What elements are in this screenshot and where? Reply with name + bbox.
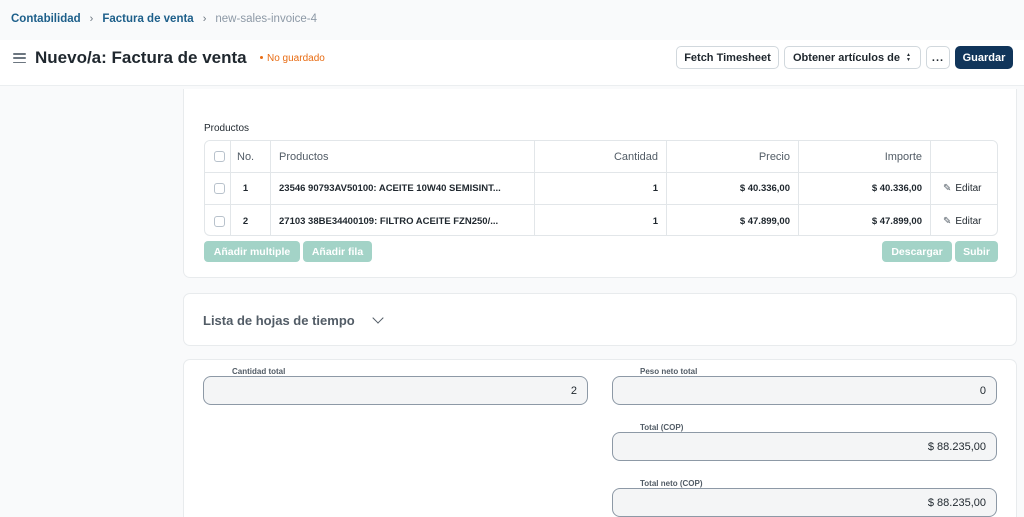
add-multiple-button[interactable]: Añadir multiple (204, 241, 300, 262)
more-actions-button[interactable]: ... (926, 46, 950, 69)
row-qty[interactable]: 1 (535, 205, 667, 235)
breadcrumb-contabilidad[interactable]: Contabilidad (11, 13, 81, 25)
timesheet-section-title[interactable]: Lista de hojas de tiempo (203, 313, 355, 328)
row-checkbox[interactable] (214, 215, 225, 227)
download-button[interactable]: Descargar (882, 241, 952, 262)
column-header-qty: Cantidad (535, 141, 667, 172)
edit-label: Editar (955, 183, 982, 194)
total-field[interactable]: $ 88.235,00 (612, 432, 997, 461)
status-text: No guardado (267, 53, 325, 64)
status-indicator: No guardado (260, 53, 325, 64)
get-items-label: Obtener artículos de (793, 51, 900, 64)
upload-button[interactable]: Subir (955, 241, 998, 262)
menu-icon[interactable] (13, 53, 26, 63)
pencil-icon: ✎ (943, 215, 952, 227)
updown-icon: ▲ ▼ (906, 52, 911, 63)
row-product[interactable]: 23546 90793AV50100: ACEITE 10W40 SEMISIN… (271, 173, 535, 204)
totals-section: Cantidad total 2 Peso neto total 0 Total… (183, 359, 1017, 517)
column-header-price: Precio (667, 141, 799, 172)
row-product[interactable]: 27103 38BE34400109: FILTRO ACEITE FZN250… (271, 205, 535, 235)
status-dot-icon (260, 55, 263, 59)
net-weight-label: Peso neto total (640, 367, 698, 376)
row-price[interactable]: $ 47.899,00 (667, 205, 799, 235)
get-items-dropdown[interactable]: Obtener artículos de ▲ ▼ (784, 46, 921, 69)
edit-label: Editar (955, 215, 982, 227)
column-header-amount: Importe (799, 141, 931, 172)
add-row-button[interactable]: Añadir fila (303, 241, 372, 262)
fetch-timesheet-button[interactable]: Fetch Timesheet (676, 46, 779, 69)
products-table: No. Productos Cantidad Precio Importe 1 … (204, 140, 998, 236)
edit-row-button[interactable]: ✎ Editar (943, 183, 982, 194)
chevron-right-icon: › (202, 13, 207, 25)
edit-row-button[interactable]: ✎ Editar (943, 216, 982, 227)
total-label: Total (COP) (640, 423, 684, 432)
select-all-checkbox[interactable] (214, 151, 225, 162)
row-number: 2 (231, 205, 271, 235)
chevron-right-icon: › (89, 13, 94, 25)
row-amount: $ 47.899,00 (799, 205, 931, 235)
page-title: Nuevo/a: Factura de venta (35, 48, 247, 67)
total-qty-field[interactable]: 2 (203, 376, 588, 405)
breadcrumb-current: new-sales-invoice-4 (215, 13, 318, 25)
chevron-down-icon[interactable] (372, 312, 384, 324)
pencil-icon: ✎ (943, 183, 952, 194)
column-header-no: No. (231, 141, 271, 172)
column-header-product: Productos (271, 141, 535, 172)
products-section: Productos No. Productos Cantidad Precio … (183, 89, 1017, 278)
breadcrumb: Contabilidad › Factura de venta › new-sa… (11, 13, 317, 25)
page-header: Nuevo/a: Factura de venta No guardado Fe… (0, 40, 1024, 86)
products-section-label: Productos (204, 123, 250, 134)
net-total-label: Total neto (COP) (640, 479, 703, 488)
table-header-row: No. Productos Cantidad Precio Importe (205, 141, 997, 173)
breadcrumb-factura-de-venta[interactable]: Factura de venta (102, 13, 193, 25)
save-button[interactable]: Guardar (955, 46, 1013, 69)
total-qty-label: Cantidad total (232, 367, 286, 376)
row-amount: $ 40.336,00 (799, 173, 931, 204)
timesheet-section[interactable]: Lista de hojas de tiempo (183, 293, 1017, 346)
table-row[interactable]: 2 27103 38BE34400109: FILTRO ACEITE FZN2… (205, 205, 997, 235)
row-number: 1 (231, 173, 271, 204)
row-price[interactable]: $ 40.336,00 (667, 173, 799, 204)
row-checkbox[interactable] (214, 183, 225, 194)
table-row[interactable]: 1 23546 90793AV50100: ACEITE 10W40 SEMIS… (205, 173, 997, 205)
net-total-field[interactable]: $ 88.235,00 (612, 488, 997, 517)
net-weight-field[interactable]: 0 (612, 376, 997, 405)
row-qty[interactable]: 1 (535, 173, 667, 204)
